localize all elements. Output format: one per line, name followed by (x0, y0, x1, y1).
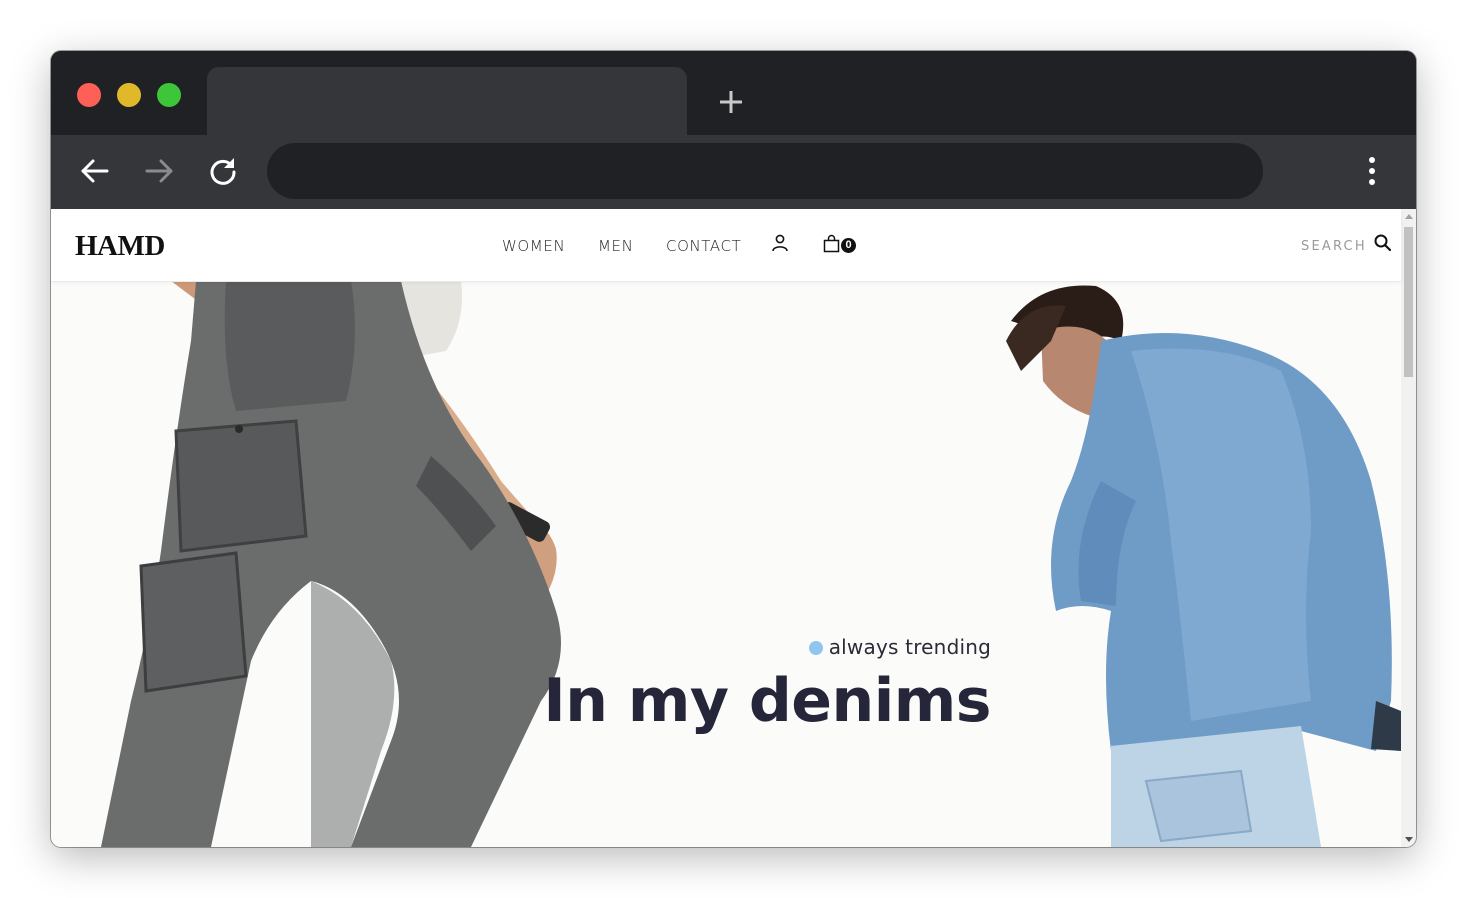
scroll-down-arrow-icon[interactable] (1405, 837, 1413, 842)
search-label[interactable]: SEARCH (1301, 239, 1367, 254)
cart-count-badge[interactable]: 0 (841, 238, 856, 253)
hero-eyebrow-text: always trending (828, 635, 991, 659)
search-icon[interactable] (1373, 233, 1393, 253)
hero-eyebrow: always trending (808, 635, 991, 659)
hero-right-model-image (1006, 285, 1401, 847)
account-icon[interactable] (770, 233, 790, 253)
page-viewport: HAMD WOMEN MEN CONTACT 0 SEARCH always t… (51, 209, 1416, 847)
scroll-thumb[interactable] (1404, 227, 1413, 377)
active-tab[interactable] (207, 67, 687, 135)
reload-icon[interactable] (205, 153, 241, 189)
scroll-up-arrow-icon[interactable] (1405, 214, 1413, 219)
nav-contact-link[interactable]: CONTACT (666, 237, 741, 255)
shopping-bag-icon[interactable] (822, 234, 842, 254)
back-arrow-icon[interactable] (77, 153, 113, 189)
hero-left-model-image (101, 281, 561, 847)
title-bar (51, 51, 1416, 135)
site-logo[interactable]: HAMD (75, 230, 165, 263)
address-bar[interactable] (267, 143, 1263, 199)
forward-arrow-icon[interactable] (141, 153, 177, 189)
hero-headline: In my denims (543, 666, 991, 736)
new-tab-icon[interactable] (716, 87, 746, 117)
browser-toolbar (51, 135, 1416, 209)
maximize-window-button[interactable] (157, 83, 181, 107)
close-window-button[interactable] (77, 83, 101, 107)
accent-dot (808, 641, 823, 655)
browser-window: HAMD WOMEN MEN CONTACT 0 SEARCH always t… (51, 51, 1416, 847)
nav-women-link[interactable]: WOMEN (502, 237, 565, 255)
page-scrollbar[interactable] (1401, 209, 1416, 847)
more-menu-icon[interactable] (1357, 155, 1387, 187)
nav-men-link[interactable]: MEN (598, 237, 633, 255)
minimize-window-button[interactable] (117, 83, 141, 107)
hero-banner[interactable]: always trending In my denims (51, 281, 1401, 847)
site-header: HAMD WOMEN MEN CONTACT 0 SEARCH (51, 209, 1401, 282)
